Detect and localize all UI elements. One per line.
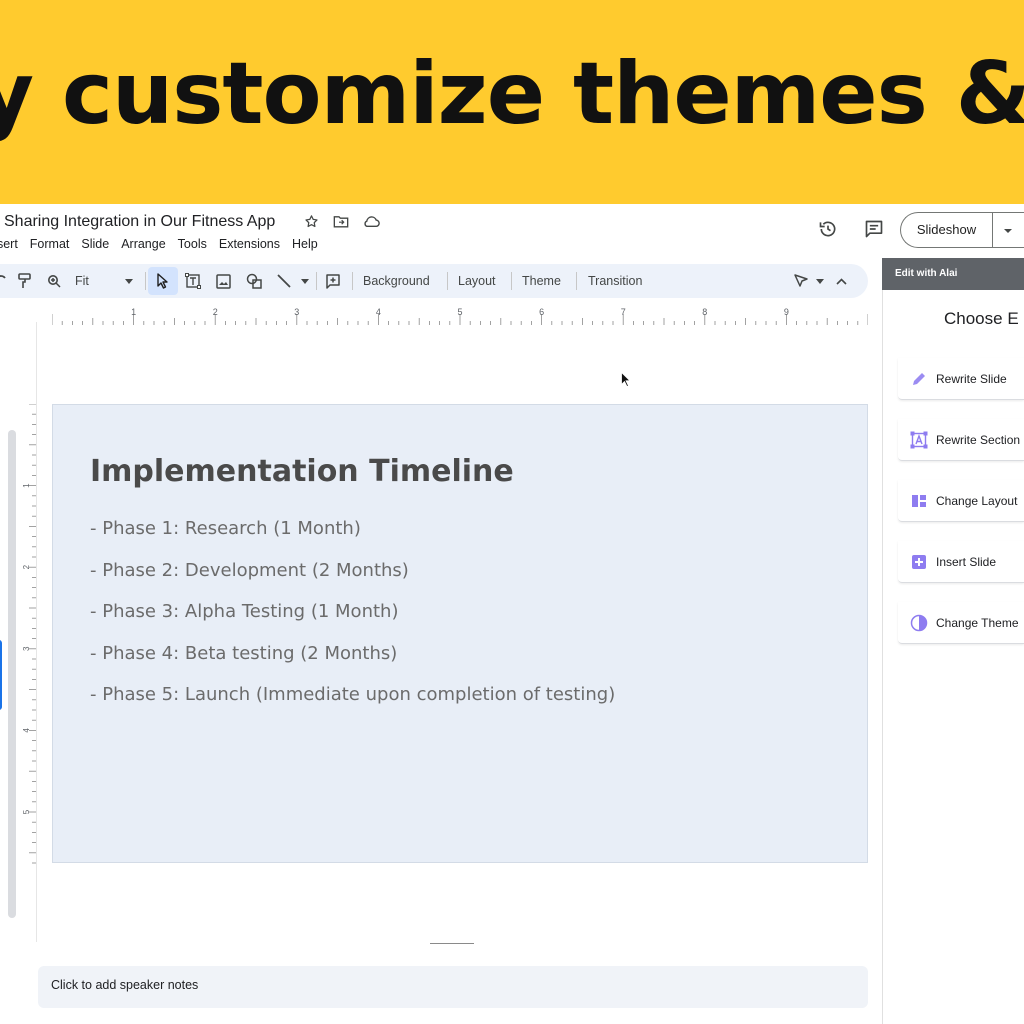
zoom-caret-icon[interactable] [125, 264, 133, 298]
theme-button[interactable]: Theme [522, 264, 561, 298]
option-label: Insert Slide [936, 554, 997, 569]
bullet-phase-4[interactable]: - Phase 4: Beta testing (2 Months) [90, 643, 397, 664]
change-layout-option[interactable]: Change Layout [898, 480, 1024, 522]
line-caret-icon[interactable] [301, 264, 309, 298]
paint-format-icon[interactable] [18, 264, 32, 298]
ruler-label: 2 [22, 564, 31, 569]
version-history-icon[interactable] [817, 218, 839, 240]
pen-caret-icon[interactable] [816, 264, 824, 298]
horizontal-ruler: 1 2 3 4 5 6 7 8 9 [52, 307, 868, 325]
plus-square-icon [910, 553, 928, 571]
add-comment-icon[interactable] [325, 264, 341, 298]
collapse-toolbar-icon[interactable] [836, 264, 847, 298]
menu-arrange[interactable]: Arrange [121, 237, 165, 251]
rewrite-slide-option[interactable]: Rewrite Slide [898, 358, 1024, 400]
ruler-label: 5 [457, 307, 462, 317]
ruler-label: 7 [621, 307, 626, 317]
zoom-icon[interactable] [47, 264, 61, 298]
option-label: Change Layout [936, 493, 1018, 508]
menu-help[interactable]: Help [292, 237, 318, 251]
ruler-label: 4 [22, 728, 31, 733]
selected-slide-thumbnail[interactable] [0, 640, 2, 710]
vertical-ruler: 1 2 3 4 5 [22, 404, 36, 864]
background-button[interactable]: Background [363, 264, 430, 298]
menu-extensions[interactable]: Extensions [219, 237, 280, 251]
slide-canvas[interactable]: Implementation Timeline - Phase 1: Resea… [52, 404, 868, 863]
panel-title: Choose E [944, 309, 1019, 328]
move-folder-icon[interactable] [332, 212, 350, 230]
ruler-label: 6 [539, 307, 544, 317]
bullet-phase-1[interactable]: - Phase 1: Research (1 Month) [90, 518, 361, 539]
half-circle-icon [910, 614, 928, 632]
text-box-icon[interactable] [185, 264, 201, 298]
ruler-label: 5 [22, 809, 31, 814]
menu-slide[interactable]: Slide [81, 237, 109, 251]
layout-button[interactable]: Layout [458, 264, 496, 298]
filmstrip-divider [36, 322, 37, 942]
change-theme-option[interactable]: Change Theme [898, 602, 1024, 644]
ruler-label: 3 [294, 307, 299, 317]
insert-image-icon[interactable] [216, 264, 231, 298]
ruler-label: 1 [131, 307, 136, 317]
shape-icon[interactable] [246, 264, 263, 298]
panel-header: Edit with Alai [882, 258, 1024, 290]
filmstrip-scrollbar[interactable] [8, 430, 16, 918]
mouse-pointer-icon [621, 371, 631, 392]
slideshow-options-button[interactable] [993, 221, 1023, 239]
select-cursor-icon[interactable] [157, 264, 169, 298]
banner-headline: y customize themes & l [0, 44, 1024, 144]
bullet-phase-3[interactable]: - Phase 3: Alpha Testing (1 Month) [90, 601, 398, 622]
ruler-label: 1 [22, 483, 31, 488]
caret-down-icon [1003, 221, 1013, 239]
slide-title[interactable]: Implementation Timeline [90, 454, 514, 489]
ruler-label: 2 [213, 307, 218, 317]
bullet-phase-5[interactable]: - Phase 5: Launch (Immediate upon comple… [90, 684, 615, 705]
speaker-notes[interactable]: Click to add speaker notes [38, 966, 868, 1008]
menu-insert[interactable]: nsert [0, 237, 18, 251]
option-label: Rewrite Section [936, 432, 1021, 447]
slideshow-button[interactable]: Slideshow [901, 213, 993, 247]
slideshow-button-group: Slideshow [900, 212, 1024, 248]
redo-icon[interactable] [0, 264, 8, 298]
menu-bar: nsert Format Slide Arrange Tools Extensi… [0, 237, 330, 251]
comments-icon[interactable] [863, 218, 885, 240]
ruler-label: 4 [376, 307, 381, 317]
menu-tools[interactable]: Tools [178, 237, 207, 251]
layout-icon [910, 492, 928, 510]
pencil-icon [910, 370, 928, 388]
option-label: Rewrite Slide [936, 371, 1007, 386]
ruler-label: 3 [22, 646, 31, 651]
text-box-icon [910, 431, 928, 449]
zoom-select[interactable]: Fit [75, 264, 89, 298]
promo-banner: y customize themes & l [0, 0, 1024, 204]
pen-tool-icon[interactable] [793, 264, 809, 298]
line-icon[interactable] [276, 264, 292, 298]
ruler-label: 8 [702, 307, 707, 317]
presentation-title[interactable]: Sharing Integration in Our Fitness App [4, 213, 275, 231]
cloud-status-icon[interactable] [362, 212, 380, 230]
menu-format[interactable]: Format [30, 237, 70, 251]
ruler-label: 9 [784, 307, 789, 317]
transition-button[interactable]: Transition [588, 264, 642, 298]
rewrite-section-option[interactable]: Rewrite Section [898, 419, 1024, 461]
option-label: Change Theme [936, 615, 1019, 630]
insert-slide-option[interactable]: Insert Slide [898, 541, 1024, 583]
notes-resize-handle[interactable] [430, 943, 474, 946]
star-icon[interactable] [302, 212, 320, 230]
bullet-phase-2[interactable]: - Phase 2: Development (2 Months) [90, 560, 409, 581]
